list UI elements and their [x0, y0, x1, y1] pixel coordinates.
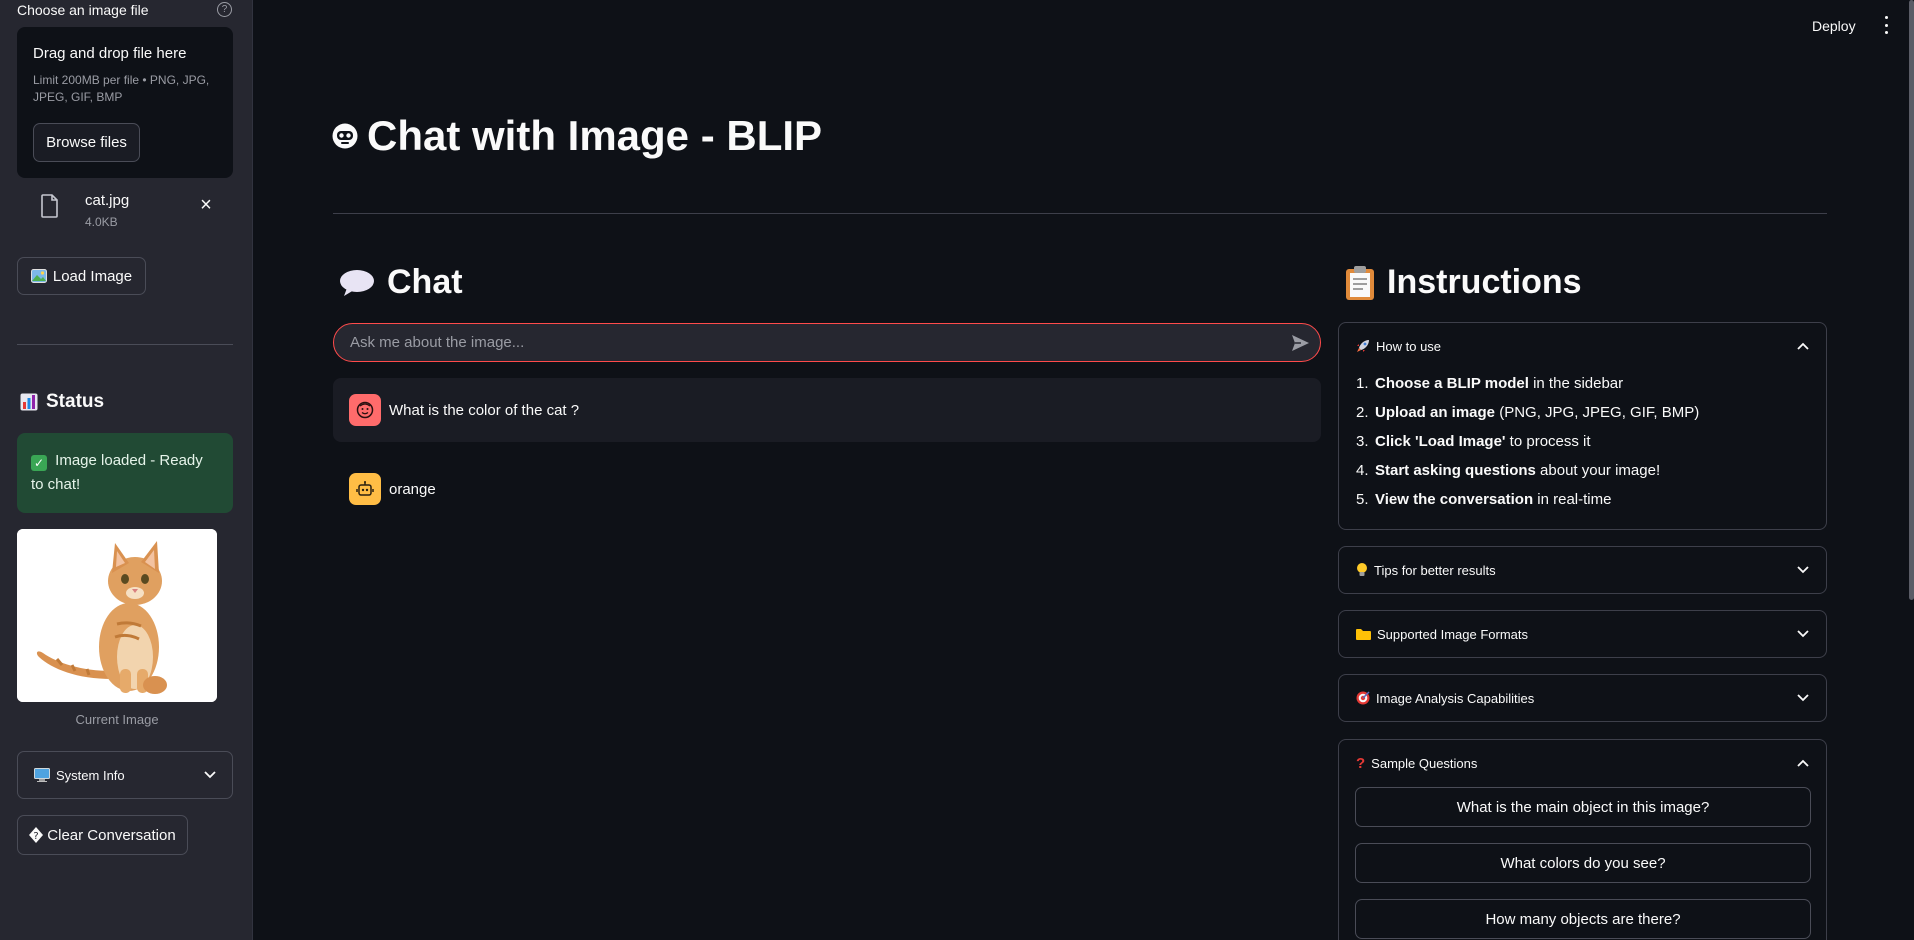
- step-item: 3. Click 'Load Image' to process it: [1356, 433, 1591, 450]
- picture-icon: [30, 269, 47, 283]
- capabilities-label: Image Analysis Capabilities: [1376, 690, 1535, 706]
- bar-chart-icon: [20, 393, 38, 411]
- how-to-use-expander: How to use 1. Choose a BLIP model in the …: [1338, 322, 1827, 530]
- chat-title: Chat: [387, 263, 463, 301]
- message-text: orange: [389, 480, 436, 498]
- main-menu-icon[interactable]: [1882, 16, 1890, 34]
- file-name: cat.jpg: [85, 192, 130, 209]
- unknown-glyph-icon: ?: [29, 827, 44, 843]
- clear-conversation-label: Clear Conversation: [47, 826, 176, 844]
- browse-files-button[interactable]: Browse files: [33, 123, 140, 162]
- instructions-heading: Instructions: [1345, 263, 1582, 302]
- uploader-label: Choose an image file: [17, 2, 149, 18]
- chevron-down-icon: [1797, 694, 1809, 702]
- status-message: Image loaded - Ready to chat!: [31, 452, 203, 493]
- system-info-label: System Info: [56, 767, 125, 783]
- page-title-text: Chat with Image - BLIP: [367, 112, 823, 159]
- chevron-down-icon: [204, 771, 216, 779]
- chat-message-assistant: orange: [333, 457, 1321, 521]
- sample-questions-label: Sample Questions: [1371, 755, 1478, 771]
- scrollbar[interactable]: [1909, 0, 1914, 600]
- deploy-button[interactable]: Deploy: [1812, 18, 1856, 34]
- chevron-down-icon: [1797, 630, 1809, 638]
- speech-bubble-icon: [340, 269, 374, 296]
- load-image-label: Load Image: [52, 267, 133, 285]
- capabilities-expander[interactable]: Image Analysis Capabilities: [1338, 674, 1827, 722]
- sample-questions-header[interactable]: ? Sample Questions: [1339, 740, 1826, 786]
- step-item: 4. Start asking questions about your imag…: [1356, 462, 1661, 479]
- file-icon: [41, 194, 58, 218]
- sample-question-button[interactable]: What is the main object in this image?: [1355, 787, 1811, 827]
- cat-image: [17, 529, 217, 702]
- dropzone-title: Drag and drop file here: [33, 45, 187, 62]
- chevron-down-icon: [1797, 566, 1809, 574]
- how-to-use-header[interactable]: How to use: [1339, 323, 1826, 369]
- formats-label: Supported Image Formats: [1377, 626, 1529, 642]
- instructions-title: Instructions: [1387, 263, 1582, 301]
- formats-expander[interactable]: Supported Image Formats: [1338, 610, 1827, 658]
- check-box-icon: ✓: [31, 455, 47, 471]
- folder-icon: [1356, 629, 1371, 640]
- file-size: 4.0KB: [85, 215, 118, 229]
- lightbulb-icon: [1357, 563, 1367, 576]
- tips-header[interactable]: Tips for better results: [1339, 547, 1826, 593]
- file-dropzone[interactable]: Drag and drop file here Limit 200MB per …: [17, 27, 233, 178]
- rocket-icon: [1357, 340, 1369, 352]
- uploaded-file: cat.jpg 4.0KB ×: [17, 186, 233, 236]
- main-divider: [333, 213, 1827, 214]
- how-to-use-steps: 1. Choose a BLIP model in the sidebar 2. U…: [1339, 369, 1826, 514]
- status-heading: Status: [20, 391, 104, 413]
- tips-label: Tips for better results: [1374, 562, 1496, 578]
- chevron-up-icon: [1797, 759, 1809, 767]
- message-text: What is the color of the cat ?: [389, 401, 580, 419]
- formats-header[interactable]: Supported Image Formats: [1339, 611, 1826, 657]
- how-to-use-label: How to use: [1376, 338, 1442, 354]
- status-success-alert: ✓ Image loaded - Ready to chat!: [17, 433, 233, 513]
- system-info-expander[interactable]: System Info: [17, 751, 233, 799]
- sidebar: Choose an image file ? Drag and drop fil…: [0, 0, 253, 940]
- send-icon[interactable]: [1290, 333, 1310, 353]
- help-circle-icon[interactable]: ?: [217, 2, 232, 17]
- close-icon[interactable]: ×: [196, 195, 216, 216]
- sample-questions-expander: ? Sample Questions What is the main obje…: [1338, 739, 1827, 940]
- chevron-up-icon: [1797, 342, 1809, 350]
- question-mark-icon: ?: [1356, 754, 1366, 772]
- sample-question-button[interactable]: What colors do you see?: [1355, 843, 1811, 883]
- step-item: 1. Choose a BLIP model in the sidebar: [1356, 375, 1624, 392]
- chat-message-user: What is the color of the cat ?: [333, 378, 1321, 442]
- clipboard-icon: [1346, 265, 1374, 300]
- robot-icon: [349, 473, 381, 505]
- current-image: [17, 529, 217, 702]
- svg-text:?: ?: [34, 831, 39, 842]
- chat-input-box: [333, 323, 1321, 362]
- tips-expander[interactable]: Tips for better results: [1338, 546, 1827, 594]
- clear-conversation-button[interactable]: ? Clear Conversation: [17, 815, 188, 855]
- page-title: Chat with Image - BLIP: [331, 112, 822, 160]
- capabilities-header[interactable]: Image Analysis Capabilities: [1339, 675, 1826, 721]
- load-image-button[interactable]: Load Image: [17, 257, 146, 295]
- dropzone-limit: Limit 200MB per file • PNG, JPG, JPEG, G…: [33, 73, 210, 104]
- sample-question-button[interactable]: How many objects are there?: [1355, 899, 1811, 939]
- target-icon: [1356, 691, 1370, 705]
- user-face-icon: [349, 394, 381, 426]
- step-item: 2. Upload an image (PNG, JPG, JPEG, GIF, …: [1356, 404, 1700, 421]
- chat-heading: Chat: [339, 263, 463, 302]
- computer-icon: [34, 768, 50, 782]
- chat-input[interactable]: [350, 324, 1250, 361]
- step-item: 5. View the conversation in real-time: [1356, 491, 1612, 508]
- image-caption: Current Image: [75, 712, 159, 727]
- robot-face-icon: [332, 123, 358, 149]
- status-title: Status: [46, 391, 105, 412]
- sidebar-divider: [17, 344, 233, 345]
